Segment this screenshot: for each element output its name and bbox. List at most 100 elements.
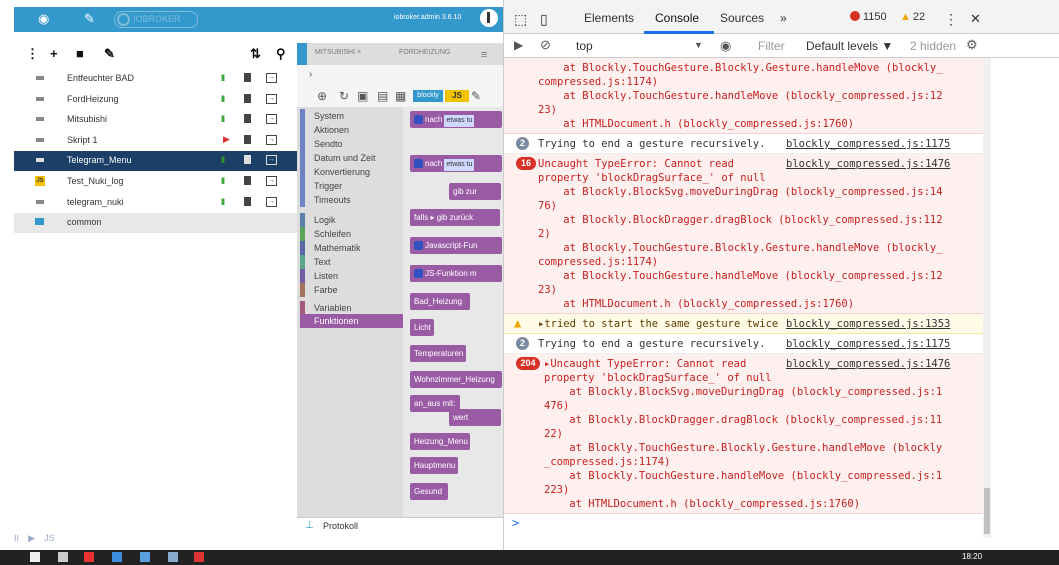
toolbox-category[interactable]: System (300, 109, 403, 123)
toolbox-category[interactable]: Timeouts (300, 193, 403, 207)
image-icon[interactable]: ▦ (395, 89, 406, 103)
toolbox-category[interactable]: Logik (300, 213, 403, 227)
function-block[interactable]: nach etwas tu (410, 111, 502, 128)
function-block[interactable]: Licht (410, 319, 434, 336)
taskbar-app-icon[interactable] (112, 552, 122, 562)
function-block[interactable]: Wohnzimmer_Heizung (410, 371, 502, 388)
script-row[interactable]: telegram_nuki II → (14, 193, 297, 213)
more-vert-icon[interactable]: ⋮ (26, 46, 39, 62)
pause-icon[interactable]: II (221, 197, 225, 207)
close-icon[interactable]: ✕ (970, 11, 981, 27)
console-message-info[interactable]: 2 Trying to end a gesture recursively. blo… (504, 334, 984, 354)
scroll-thumb[interactable] (984, 488, 990, 534)
source-link[interactable]: blockly_compressed.js:1353 (786, 317, 950, 331)
tab-back-icon[interactable] (297, 43, 307, 65)
pause-icon[interactable]: II (221, 73, 225, 83)
toolbox-category[interactable]: Schleifen (300, 227, 403, 241)
toolbox-category[interactable]: Mathematik (300, 241, 403, 255)
export-icon[interactable]: → (266, 114, 277, 125)
script-row[interactable]: Skript 1 ▶ → (14, 131, 297, 151)
eye-icon[interactable]: ◉ (720, 38, 731, 54)
tab-sources[interactable]: Sources (720, 11, 764, 25)
function-block[interactable]: Hauptmenu (410, 457, 458, 474)
taskbar-app-icon[interactable] (140, 552, 150, 562)
export-icon[interactable]: → (266, 155, 277, 166)
export-icon[interactable]: → (266, 73, 277, 83)
inspect-icon[interactable]: ⬚ (514, 11, 527, 28)
filter-input[interactable]: Filter (758, 39, 785, 53)
pause-icon[interactable]: II (221, 155, 225, 165)
log-levels-dropdown[interactable]: Default levels ▼ (806, 39, 893, 53)
console-message-err[interactable]: 16 Uncaught TypeError: Cannot read propert… (504, 154, 984, 314)
pause-icon[interactable]: II (221, 176, 225, 186)
tab-console[interactable]: Console (655, 11, 699, 25)
tab-mitsubishi[interactable]: MITSUBISHI × (315, 49, 361, 56)
wrench-icon[interactable]: ✎ (471, 89, 481, 103)
trash-icon[interactable] (244, 114, 251, 124)
toolbox-category[interactable]: Datum und Zeit (300, 151, 403, 165)
taskbar-app-icon[interactable] (30, 552, 40, 562)
chevron-right-icon[interactable]: › (309, 69, 312, 80)
function-block[interactable]: Heizung_Menu (410, 433, 470, 450)
refresh-icon[interactable]: ↻ (339, 89, 349, 103)
import-blocks-icon[interactable]: ▤ (377, 89, 388, 103)
warning-count[interactable]: ▲ 22 (900, 11, 925, 23)
taskbar-app-icon[interactable] (58, 552, 68, 562)
context-selector[interactable]: top (576, 39, 593, 53)
trash-icon[interactable] (244, 73, 251, 82)
trash-icon[interactable] (244, 155, 251, 165)
js-filter-icon[interactable]: JS (44, 533, 55, 543)
gear-icon[interactable]: ⚙ (966, 37, 978, 53)
export-icon[interactable]: → (266, 196, 277, 207)
toolbox-category[interactable]: Variablen (300, 301, 403, 315)
console-prompt[interactable]: > (512, 516, 519, 530)
toolbox-category[interactable]: Trigger (300, 179, 403, 193)
console-message-err[interactable]: 204 ▸Uncaught TypeError: Cannot read prope… (504, 354, 984, 514)
trash-icon[interactable] (244, 93, 251, 103)
clear-console-icon[interactable]: ⊘ (540, 37, 551, 53)
trash-icon[interactable] (244, 176, 251, 185)
download-icon[interactable]: ⊥ (305, 520, 314, 531)
function-block[interactable]: JS-Funktion m (410, 265, 502, 282)
add-icon[interactable]: + (50, 46, 58, 61)
taskbar-app-icon[interactable] (168, 552, 178, 562)
taskbar-app-icon[interactable] (84, 552, 94, 562)
function-block[interactable]: gib zur (449, 183, 501, 200)
toolbox-category[interactable]: Listen (300, 269, 403, 283)
function-block[interactable]: falls ▸ gib zurück (410, 209, 500, 226)
sort-icon[interactable]: ⇅ (250, 46, 261, 62)
toolbox-category[interactable]: Aktionen (300, 123, 403, 137)
console-message-info[interactable]: 2 Trying to end a gesture recursively. blo… (504, 134, 984, 154)
more-tabs-icon[interactable]: » (780, 11, 787, 25)
add-folder-icon[interactable]: ■ (76, 46, 84, 61)
play-all-icon[interactable]: ▶ (28, 533, 35, 543)
toolbox-category[interactable]: Konvertierung (300, 165, 403, 179)
toolbox-category[interactable]: Farbe (300, 283, 403, 297)
function-block[interactable]: nach etwas tu (410, 155, 502, 172)
tab-elements[interactable]: Elements (584, 11, 634, 25)
context-dropdown-icon[interactable]: ▼ (694, 40, 703, 50)
edit-icon[interactable]: ✎ (104, 46, 115, 62)
eye-icon[interactable]: ◉ (38, 11, 49, 27)
function-block[interactable]: wert (449, 409, 501, 426)
script-row[interactable]: Entfeuchter BAD II → (14, 69, 297, 89)
script-row[interactable]: Mitsubishi II → (14, 110, 297, 130)
source-link[interactable]: blockly_compressed.js:1175 (786, 137, 950, 151)
export-icon[interactable]: → (266, 93, 277, 104)
trash-icon[interactable] (244, 196, 251, 206)
export-icon[interactable]: → (266, 134, 277, 145)
error-count[interactable]: 1150 (850, 11, 887, 23)
export-blocks-icon[interactable]: ▣ (357, 89, 368, 103)
toolbox-category[interactable]: Text (300, 255, 403, 269)
wrench-icon[interactable]: ✎ (84, 11, 95, 27)
pause-icon[interactable]: II (221, 114, 225, 124)
source-link[interactable]: blockly_compressed.js:1476 (786, 157, 950, 171)
function-block[interactable]: Temperaturen (410, 345, 466, 362)
taskbar-app-icon[interactable] (194, 552, 204, 562)
trash-icon[interactable] (244, 134, 251, 144)
export-icon[interactable]: → (266, 176, 277, 186)
console-message-warn[interactable]: ▲ ▸tried to start the same gesture twice b… (504, 314, 984, 334)
pause-all-icon[interactable]: II (14, 533, 19, 543)
function-block[interactable]: Javascript-Fun (410, 237, 502, 254)
function-block[interactable]: Bad_Heizung (410, 293, 470, 310)
